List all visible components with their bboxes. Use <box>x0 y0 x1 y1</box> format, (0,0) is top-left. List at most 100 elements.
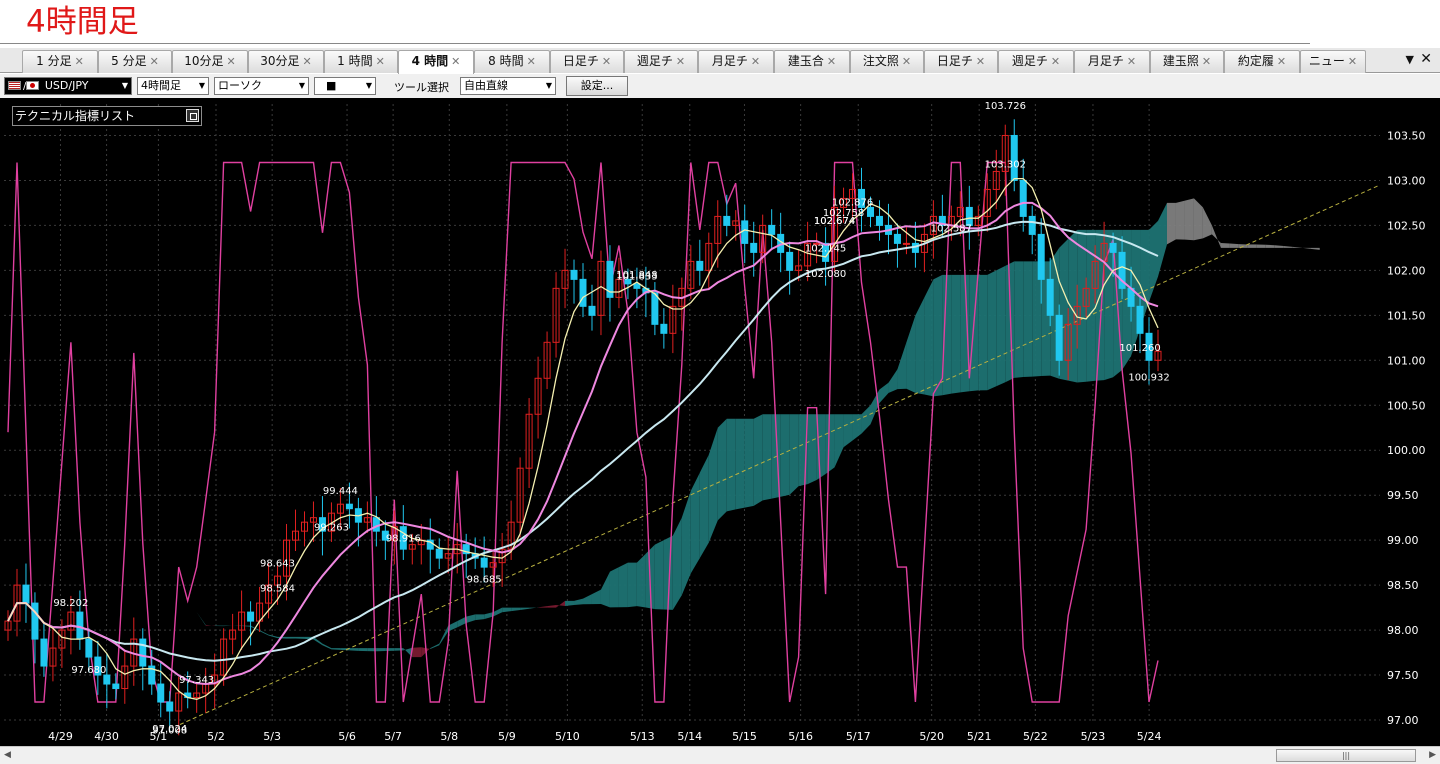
ichimoku-cloud-segment <box>753 414 763 506</box>
price-label: 98.643 <box>260 558 295 569</box>
tab-label: 10分足 <box>184 54 224 68</box>
tab-close-icon[interactable]: ✕ <box>602 55 611 68</box>
tab-close-icon[interactable]: ✕ <box>827 55 836 68</box>
ichimoku-cloud-segment <box>457 616 467 628</box>
price-label: 99.444 <box>323 486 358 497</box>
chart-window: 4時間足 ▼ ✕ 1 分足 ✕ 5 分足 ✕ 10分足 ✕ 30分足 ✕ 1 時間 ✕ 4 時間 ✕ 8… <box>0 0 1440 764</box>
tab-2[interactable]: 5 分足 ✕ <box>98 50 172 73</box>
ichimoku-cloud-segment <box>502 607 512 613</box>
tab-label: 5 分足 <box>111 54 147 68</box>
x-tick-label: 5/13 <box>630 730 655 743</box>
x-tick-label: 5/21 <box>967 730 992 743</box>
window-close-icon[interactable]: ✕ <box>1420 51 1432 67</box>
tab-18[interactable]: ニュー ✕ <box>1300 50 1366 73</box>
tab-14[interactable]: 週足チ ✕ <box>998 50 1074 73</box>
tab-10[interactable]: 月足チ ✕ <box>698 50 774 73</box>
tab-6[interactable]: 4 時間 ✕ <box>398 50 474 74</box>
ichimoku-cloud-segment <box>358 648 368 652</box>
tab-close-icon[interactable]: ✕ <box>75 55 84 68</box>
chart-style-select[interactable]: ローソク ▼ <box>214 77 309 95</box>
timeframe-value: 4時間足 <box>141 79 181 92</box>
candle-down <box>112 683 120 690</box>
drawing-tool-value: 自由直線 <box>464 79 508 92</box>
candle-down <box>103 674 111 685</box>
tab-5[interactable]: 1 時間 ✕ <box>324 50 398 73</box>
candle-down <box>480 557 488 568</box>
ichimoku-cloud-segment <box>924 279 934 397</box>
candle-down <box>40 638 48 667</box>
tab-8[interactable]: 日足チ ✕ <box>550 50 624 73</box>
price-label: 102.080 <box>805 269 846 280</box>
tab-1[interactable]: 1 分足 ✕ <box>22 50 98 73</box>
tab-close-icon[interactable]: ✕ <box>150 55 159 68</box>
ichimoku-cloud-segment <box>241 625 251 627</box>
tab-list-menu-icon[interactable]: ▼ <box>1406 53 1414 66</box>
tab-17[interactable]: 約定履 ✕ <box>1224 50 1300 73</box>
y-tick-label: 98.50 <box>1387 579 1419 592</box>
tab-close-icon[interactable]: ✕ <box>1051 55 1060 68</box>
horizontal-scrollbar[interactable]: ◀ ||| ▶ <box>0 746 1440 764</box>
tab-11[interactable]: 建玉合 ✕ <box>774 50 850 73</box>
tab-close-icon[interactable]: ✕ <box>751 55 760 68</box>
candle-down <box>76 611 84 640</box>
tab-15[interactable]: 月足チ ✕ <box>1074 50 1150 73</box>
tab-13[interactable]: 日足チ ✕ <box>924 50 998 73</box>
candle-down <box>893 233 901 244</box>
tab-3[interactable]: 10分足 ✕ <box>172 50 248 73</box>
scroll-left-icon[interactable]: ◀ <box>4 750 11 760</box>
candle-down <box>345 503 353 510</box>
tab-close-icon[interactable]: ✕ <box>527 55 536 68</box>
tab-9[interactable]: 週足チ ✕ <box>624 50 698 73</box>
tab-close-icon[interactable]: ✕ <box>976 55 985 68</box>
settings-button[interactable]: 設定... <box>566 76 628 96</box>
ichimoku-cloud-segment <box>1149 220 1158 302</box>
tab-label: 8 時間 <box>488 54 524 68</box>
ichimoku-cloud-segment <box>1158 202 1167 277</box>
candle-down <box>660 323 668 334</box>
tab-close-icon[interactable]: ✕ <box>902 55 911 68</box>
ichimoku-cloud-segment <box>565 600 575 606</box>
ichimoku-cloud-segment <box>1265 244 1275 248</box>
rci-line <box>7 161 1159 703</box>
ichimoku-cloud-segment <box>394 648 404 651</box>
price-label: 101.260 <box>1119 343 1160 354</box>
tab-close-icon[interactable]: ✕ <box>376 55 385 68</box>
ichimoku-cloud-segment <box>609 567 619 608</box>
tab-close-icon[interactable]: ✕ <box>303 55 312 68</box>
ichimoku-cloud-segment <box>807 414 817 485</box>
ichimoku-cloud-segment <box>484 612 494 620</box>
price-chart[interactable]: 103.50 103.00 102.50 102.00 101.50 101.00 100.… <box>0 98 1440 746</box>
tab-4[interactable]: 30分足 ✕ <box>248 50 324 73</box>
drawing-tool-select[interactable]: 自由直線 ▼ <box>460 77 556 95</box>
x-tick-label: 5/8 <box>440 730 458 743</box>
tab-close-icon[interactable]: ✕ <box>227 55 236 68</box>
tab-close-icon[interactable]: ✕ <box>1348 55 1357 68</box>
technical-indicator-list[interactable]: テクニカル指標リスト <box>12 106 202 126</box>
candle-down <box>1019 179 1027 217</box>
tab-16[interactable]: 建玉照 ✕ <box>1150 50 1224 73</box>
price-label: 102.674 <box>814 216 855 227</box>
color-select[interactable]: ■ ▼ <box>314 77 376 95</box>
tab-12[interactable]: 注文照 ✕ <box>850 50 924 73</box>
x-tick-label: 5/6 <box>338 730 356 743</box>
scroll-right-icon[interactable]: ▶ <box>1429 750 1436 760</box>
x-tick-label: 5/10 <box>555 730 580 743</box>
tab-close-icon[interactable]: ✕ <box>451 55 460 68</box>
symbol-select[interactable]: / USD/JPY ▼ <box>4 77 132 95</box>
ichimoku-cloud-segment <box>349 648 359 651</box>
tab-7[interactable]: 8 時間 ✕ <box>474 50 550 73</box>
timeframe-select[interactable]: 4時間足 ▼ <box>137 77 209 95</box>
tab-close-icon[interactable]: ✕ <box>1127 55 1136 68</box>
tab-close-icon[interactable]: ✕ <box>676 55 685 68</box>
ichimoku-cloud-segment <box>205 624 215 626</box>
ichimoku-cloud-segment <box>879 382 889 403</box>
candle-down <box>579 278 587 307</box>
scrollbar-thumb[interactable]: ||| <box>1276 749 1416 762</box>
tab-close-icon[interactable]: ✕ <box>1202 55 1211 68</box>
price-chart-svg[interactable]: 103.50 103.00 102.50 102.00 101.50 101.00 100.… <box>0 98 1440 746</box>
timeframe-tab-bar: ▼ ✕ 1 分足 ✕ 5 分足 ✕ 10分足 ✕ 30分足 ✕ 1 時間 ✕ 4 時間 ✕ 8 時間 ✕ 日… <box>0 48 1440 74</box>
ichimoku-cloud-segment <box>268 634 278 639</box>
x-tick-label: 5/23 <box>1081 730 1106 743</box>
expand-icon[interactable] <box>186 109 199 122</box>
tab-close-icon[interactable]: ✕ <box>1277 55 1286 68</box>
